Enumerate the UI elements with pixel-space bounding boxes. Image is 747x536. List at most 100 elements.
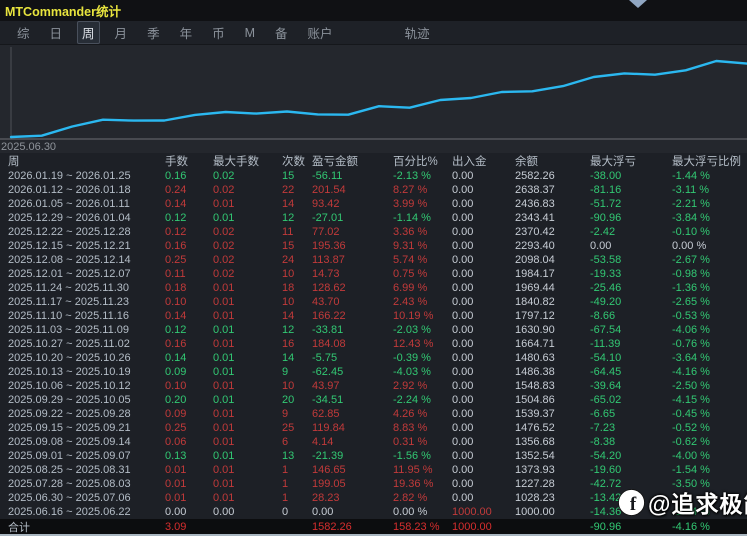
cell-lots: 0.14 [165,198,213,210]
table-row[interactable]: 2025.09.15 ~ 2025.09.210.250.0125119.848… [0,421,747,435]
cell-balance: 1969.44 [515,282,590,294]
cell-max-drawdown-pct: -4.06 % [672,324,747,336]
cell-lots: 0.10 [165,380,213,392]
cell-balance: 1797.12 [515,310,590,322]
table-header-row: 周手数最大手数次数盈亏金额百分比%出入金余额最大浮亏最大浮亏比例 [0,153,747,169]
cell-max-lots: 0.01 [213,394,282,406]
cell-period: 2026.01.12 ~ 2026.01.18 [8,184,165,196]
table-row[interactable]: 2025.06.30 ~ 2025.07.060.010.01128.232.8… [0,491,747,505]
toolbar-tab-6[interactable]: 年 [175,21,198,44]
cell-in-out: 0.00 [452,464,515,476]
toolbar-tab-9[interactable]: 备 [270,21,293,44]
table-row[interactable]: 2025.11.17 ~ 2025.11.230.100.011043.702.… [0,295,747,309]
toolbar-tab-7[interactable]: 币 [207,21,230,44]
toolbar-tab-4[interactable]: 月 [110,21,133,44]
table-row[interactable]: 2025.12.15 ~ 2025.12.210.160.0215195.369… [0,239,747,253]
cell-max-lots: 0.01 [213,436,282,448]
cell-period: 2025.10.13 ~ 2025.10.19 [8,366,165,378]
cell-count: 14 [282,198,312,210]
table-row[interactable]: 2025.11.10 ~ 2025.11.160.140.0114166.221… [0,309,747,323]
cell-in-out: 0.00 [452,170,515,182]
table-row[interactable]: 2026.01.19 ~ 2026.01.250.160.0215-56.11-… [0,169,747,183]
cell-count: 24 [282,254,312,266]
table-row[interactable]: 2025.09.08 ~ 2025.09.140.060.0164.140.31… [0,435,747,449]
cell-lots: 0.25 [165,422,213,434]
toolbar-tab-3[interactable]: 周 [77,21,100,44]
toolbar-tab-5[interactable]: 季 [142,21,165,44]
table-row[interactable]: 2025.08.25 ~ 2025.08.310.010.011146.6511… [0,463,747,477]
table-row[interactable]: 2025.12.22 ~ 2025.12.280.120.021177.023.… [0,225,747,239]
header-max-drawdown-pct[interactable]: 最大浮亏比例 [672,153,747,169]
cell-max-lots: 0.01 [213,450,282,462]
cell-pl-amount: -27.01 [312,212,393,224]
header-pct[interactable]: 百分比% [393,153,452,169]
cell-pct: 19.36 % [393,478,452,490]
table-row[interactable]: 2025.10.20 ~ 2025.10.260.140.0114-5.75-0… [0,351,747,365]
toolbar-tab-2[interactable]: 日 [45,21,68,44]
header-lots[interactable]: 手数 [165,153,213,169]
table-row[interactable]: 2026.01.05 ~ 2026.01.110.140.011493.423.… [0,197,747,211]
cell-balance: 1984.17 [515,268,590,280]
cell-count: 1 [282,492,312,504]
cell-max-drawdown-pct: -2.67 % [672,254,747,266]
table-row[interactable]: 2025.11.03 ~ 2025.11.090.120.0112-33.81-… [0,323,747,337]
cell-count: 16 [282,338,312,350]
toolbar-tab-1[interactable]: 综 [12,21,35,44]
table-row[interactable]: 2025.09.22 ~ 2025.09.280.090.01962.854.2… [0,407,747,421]
table-row[interactable]: 2025.09.01 ~ 2025.09.070.130.0113-21.39-… [0,449,747,463]
table-row[interactable]: 2025.10.06 ~ 2025.10.120.100.011043.972.… [0,379,747,393]
toolbar-tab-11[interactable]: 轨迹 [400,21,435,44]
cell-lots: 0.09 [165,408,213,420]
cell-balance: 1664.71 [515,338,590,350]
equity-chart: 2025.06.30 [0,45,747,153]
header-balance[interactable]: 余额 [515,153,590,169]
table-row[interactable]: 2025.11.24 ~ 2025.11.300.180.0118128.626… [0,281,747,295]
cell-count: 1 [282,478,312,490]
header-pl-amount[interactable]: 盈亏金额 [312,153,393,169]
cell-period: 2025.09.08 ~ 2025.09.14 [8,436,165,448]
cell-lots: 0.13 [165,450,213,462]
cell-max-lots: 0.02 [213,268,282,280]
cell-in-out: 0.00 [452,366,515,378]
cell-lots: 0.14 [165,310,213,322]
cell-count: 10 [282,380,312,392]
table-row[interactable]: 2025.12.01 ~ 2025.12.070.110.021014.730.… [0,267,747,281]
table-row[interactable]: 2025.07.28 ~ 2025.08.030.010.011199.0519… [0,477,747,491]
header-period[interactable]: 周 [8,153,165,169]
cell-max-drawdown-pct: -4.15 % [672,394,747,406]
toolbar-tab-8[interactable]: M [240,24,260,42]
cell-in-out: 0.00 [452,380,515,392]
table-row[interactable]: 2025.10.27 ~ 2025.11.020.160.0116184.081… [0,337,747,351]
toolbar-tab-10[interactable]: 账户 [303,21,338,44]
table-row[interactable]: 2025.12.08 ~ 2025.12.140.250.0224113.875… [0,253,747,267]
cell-max-drawdown-pct: -4.16 % [672,366,747,378]
cell-max-drawdown: -90.96 [590,521,672,533]
cell-lots: 0.10 [165,296,213,308]
cell-max-drawdown-pct: -4.00 % [672,450,747,462]
cell-pct: 158.23 % [393,521,452,533]
header-max-lots[interactable]: 最大手数 [213,153,282,169]
table-row[interactable]: 2025.09.29 ~ 2025.10.050.200.0120-34.51-… [0,393,747,407]
cell-pct: 0.31 % [393,436,452,448]
mtcommander-stats-window: MTCommander统计 综日周月季年币M备账户轨迹 2025.06.30 周… [0,0,747,536]
cell-balance: 1539.37 [515,408,590,420]
table-row[interactable]: 2025.06.16 ~ 2025.06.220.000.0000.000.00… [0,505,747,519]
cell-pl-amount: 43.97 [312,380,393,392]
cell-period: 2025.06.16 ~ 2025.06.22 [8,506,165,518]
cell-period: 2025.12.01 ~ 2025.12.07 [8,268,165,280]
table-total-row[interactable]: 合计3.091582.26158.23 %1000.00-90.96-4.16 … [0,519,747,534]
header-max-drawdown[interactable]: 最大浮亏 [590,153,672,169]
header-in-out[interactable]: 出入金 [452,153,515,169]
table-row[interactable]: 2025.10.13 ~ 2025.10.190.090.019-62.45-4… [0,365,747,379]
cell-max-drawdown-pct: -1.44 % [672,506,747,518]
cell-period: 2025.06.30 ~ 2025.07.06 [8,492,165,504]
cell-pct: -2.03 % [393,324,452,336]
cell-balance: 1504.86 [515,394,590,406]
cell-lots: 0.01 [165,464,213,476]
cell-period: 2025.12.22 ~ 2025.12.28 [8,226,165,238]
table-row[interactable]: 2026.01.12 ~ 2026.01.180.240.0222201.548… [0,183,747,197]
table-row[interactable]: 2025.12.29 ~ 2026.01.040.120.0112-27.01-… [0,211,747,225]
cell-count: 1 [282,464,312,476]
chevron-down-icon[interactable] [629,0,647,8]
header-count[interactable]: 次数 [282,153,312,169]
